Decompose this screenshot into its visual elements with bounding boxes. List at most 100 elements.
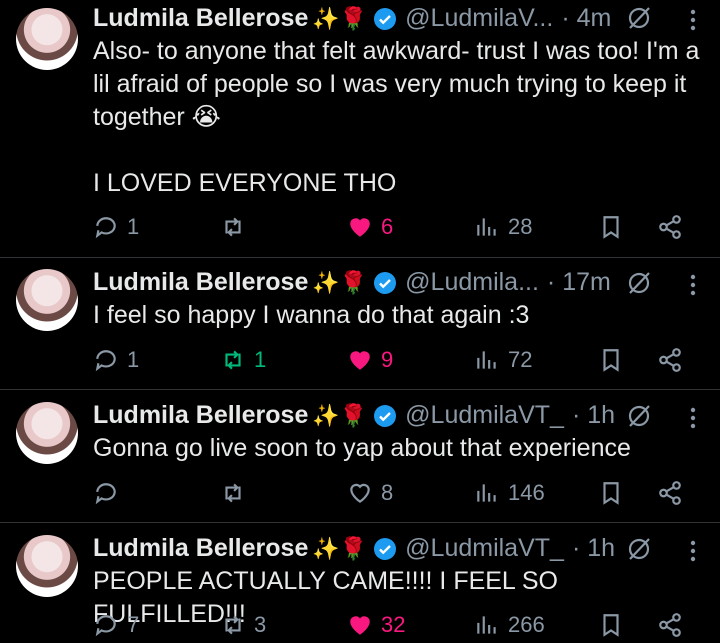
heart-filled-icon [350, 218, 370, 237]
bookmark-icon [603, 482, 619, 505]
verified-badge-icon[interactable] [373, 271, 397, 295]
tweet[interactable]: Ludmila Bellerose ✨🌹 @LudmilaVT_ · 1h PE… [0, 523, 720, 643]
views-icon [477, 484, 496, 502]
avatar[interactable] [16, 402, 78, 464]
like-count: 8 [381, 480, 394, 505]
bookmark-button[interactable] [598, 477, 632, 509]
timestamp[interactable]: · 17m [547, 268, 611, 297]
share-button[interactable] [657, 477, 691, 509]
retweet-count: 3 [254, 612, 267, 637]
views-icon [477, 616, 496, 634]
name-emoji: ✨🌹 [312, 535, 368, 561]
reply-icon [95, 483, 116, 505]
like-count: 6 [381, 214, 394, 239]
like-button[interactable]: 32 [347, 609, 405, 641]
timestamp[interactable]: · 1h [572, 401, 615, 430]
reply-icon [95, 350, 116, 372]
grok-icon[interactable] [626, 5, 652, 31]
verified-badge-icon[interactable] [373, 404, 397, 428]
display-name[interactable]: Ludmila Bellerose [93, 401, 308, 430]
reply-button[interactable] [93, 477, 127, 509]
view-count: 28 [508, 214, 533, 239]
display-name[interactable]: Ludmila Bellerose [93, 534, 308, 563]
handle[interactable]: @LudmilaV... [405, 4, 553, 33]
display-name[interactable]: Ludmila Bellerose [93, 268, 308, 297]
retweet-active-icon [225, 350, 241, 370]
views-button[interactable]: 266 [474, 609, 545, 641]
more-options-icon[interactable] [690, 274, 696, 296]
name-emoji: ✨🌹 [312, 269, 368, 295]
name-emoji: ✨🌹 [312, 402, 368, 428]
heart-filled-icon [350, 616, 370, 635]
grok-icon[interactable] [626, 536, 652, 562]
verified-badge-icon[interactable] [373, 537, 397, 561]
display-name[interactable]: Ludmila Bellerose [93, 4, 308, 33]
views-button[interactable]: 146 [474, 477, 545, 509]
reply-count: 1 [127, 214, 140, 239]
action-bar: 8 146 [93, 477, 703, 509]
bookmark-icon [603, 614, 619, 637]
grok-icon[interactable] [626, 270, 652, 296]
bookmark-button[interactable] [598, 211, 632, 243]
more-options-icon[interactable] [690, 407, 696, 429]
views-icon [477, 351, 496, 369]
bookmark-icon [603, 216, 619, 239]
share-icon [659, 348, 681, 372]
handle[interactable]: @LudmilaVT_ [405, 401, 564, 430]
grok-icon[interactable] [626, 403, 652, 429]
handle[interactable]: @Ludmila... [405, 268, 539, 297]
reply-button[interactable]: 1 [93, 344, 139, 376]
avatar[interactable] [16, 8, 78, 70]
retweet-button[interactable] [220, 211, 254, 243]
reply-count: 7 [127, 612, 140, 637]
action-bar: 1 1 9 72 [93, 344, 703, 376]
avatar[interactable] [16, 269, 78, 331]
verified-badge-icon[interactable] [373, 7, 397, 31]
tweet-text: Also- to anyone that felt awkward- trust… [93, 37, 700, 197]
tweet[interactable]: Ludmila Bellerose ✨🌹 @LudmilaV... · 4m A… [0, 0, 720, 258]
like-button[interactable]: 9 [347, 344, 393, 376]
tweet-text: I feel so happy I wanna do that again :3 [93, 301, 530, 329]
view-count: 72 [508, 347, 533, 372]
like-count: 32 [381, 612, 406, 637]
tweet[interactable]: Ludmila Bellerose ✨🌹 @Ludmila... · 17m I… [0, 258, 720, 390]
share-button[interactable] [657, 211, 691, 243]
timestamp[interactable]: · 4m [561, 4, 611, 33]
view-count: 146 [508, 480, 545, 505]
reply-icon [95, 217, 116, 239]
retweet-button[interactable]: 3 [220, 609, 266, 641]
retweet-icon [225, 217, 241, 237]
retweet-button[interactable]: 1 [220, 344, 266, 376]
avatar[interactable] [16, 535, 78, 597]
more-options-icon[interactable] [690, 540, 696, 562]
bookmark-button[interactable] [598, 609, 632, 641]
action-bar: 7 3 32 266 [93, 609, 703, 641]
share-button[interactable] [657, 609, 691, 641]
views-button[interactable]: 28 [474, 211, 532, 243]
more-options-icon[interactable] [690, 9, 696, 31]
name-emoji: ✨🌹 [312, 5, 368, 31]
reply-button[interactable]: 7 [93, 609, 139, 641]
action-bar: 1 6 28 [93, 211, 703, 243]
retweet-icon [225, 483, 241, 503]
heart-filled-icon [350, 351, 370, 370]
retweet-button[interactable] [220, 477, 254, 509]
reply-icon [95, 615, 116, 637]
tweet[interactable]: Ludmila Bellerose ✨🌹 @LudmilaVT_ · 1h Go… [0, 390, 720, 523]
like-count: 9 [381, 347, 394, 372]
views-button[interactable]: 72 [474, 344, 532, 376]
timestamp[interactable]: · 1h [572, 534, 615, 563]
like-button[interactable]: 6 [347, 211, 393, 243]
share-icon [659, 215, 681, 239]
handle[interactable]: @LudmilaVT_ [405, 534, 564, 563]
heart-outline-icon [350, 483, 370, 503]
share-button[interactable] [657, 344, 691, 376]
retweet-icon [225, 615, 241, 635]
retweet-count: 1 [254, 347, 267, 372]
reply-button[interactable]: 1 [93, 211, 139, 243]
view-count: 266 [508, 612, 545, 637]
like-button[interactable]: 8 [347, 477, 393, 509]
reply-count: 1 [127, 347, 140, 372]
tweet-text: Gonna go live soon to yap about that exp… [93, 434, 631, 462]
bookmark-button[interactable] [598, 344, 632, 376]
